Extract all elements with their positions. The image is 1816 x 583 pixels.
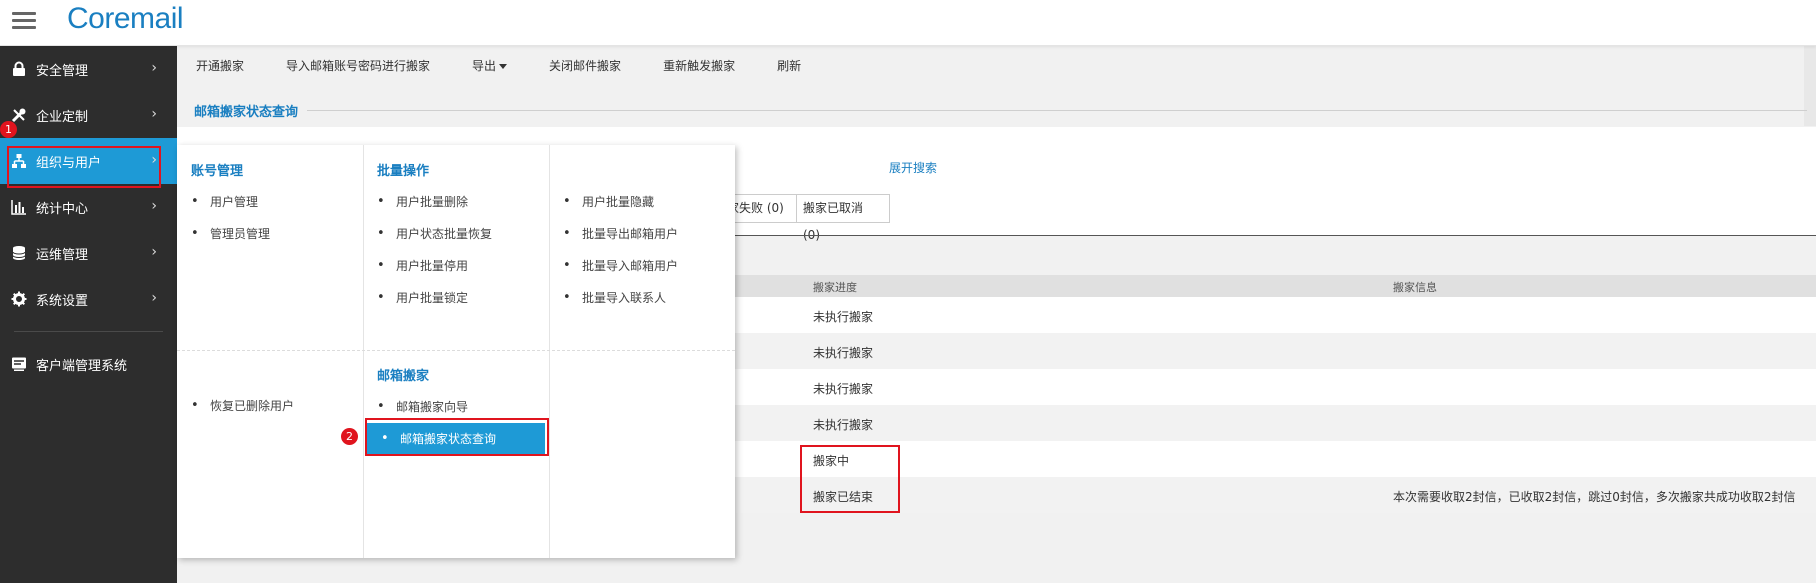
menu-item-admin-management[interactable]: 管理员管理 — [177, 218, 363, 250]
org-chart-icon — [10, 152, 28, 170]
progress-cell: 搬家已结束 — [813, 490, 874, 504]
refresh-button[interactable]: 刷新 — [777, 57, 801, 74]
sidebar-item-customization[interactable]: 企业定制 › — [0, 92, 177, 138]
menu-item-batch-delete[interactable]: 用户批量删除 — [363, 186, 549, 218]
info-cell: 本次需要收取2封信，已收取2封信，跳过0封信，多次搬家共成功收取2封信 — [1393, 490, 1796, 504]
column-header-progress: 搬家进度 — [813, 281, 857, 294]
logo: Coremail — [67, 2, 184, 35]
sidebar-item-label: 组织与用户 — [36, 155, 102, 171]
column-header-info: 搬家信息 — [1393, 281, 1437, 294]
sidebar-item-label: 客户端管理系统 — [36, 358, 128, 374]
chevron-right-icon: › — [151, 244, 157, 260]
title-divider — [307, 110, 1807, 111]
menu-item-move-wizard[interactable]: 邮箱搬家向导 — [363, 391, 549, 423]
sidebar-item-label: 安全管理 — [36, 63, 89, 79]
progress-cell: 搬家中 — [813, 454, 850, 468]
progress-cell: 未执行搬家 — [813, 382, 874, 396]
export-label: 导出 — [472, 58, 497, 73]
sidebar-item-org-users[interactable]: 组织与用户 › — [0, 138, 177, 184]
page-title: 邮箱搬家状态查询 — [194, 105, 299, 120]
sidebar-item-system-settings[interactable]: 系统设置 › — [0, 276, 177, 322]
chevron-right-icon: › — [151, 60, 157, 76]
progress-cell: 未执行搬家 — [813, 346, 874, 360]
close-move-button[interactable]: 关闭邮件搬家 — [549, 57, 621, 74]
chevron-right-icon: › — [151, 106, 157, 122]
sidebar-item-label: 系统设置 — [36, 293, 89, 309]
gear-icon — [10, 290, 28, 308]
menu-item-user-management[interactable]: 用户管理 — [177, 186, 363, 218]
sidebar-item-security[interactable]: 安全管理 › — [0, 46, 177, 92]
menu-item-batch-lock[interactable]: 用户批量锁定 — [363, 282, 549, 314]
import-move-button[interactable]: 导入邮箱账号密码进行搬家 — [286, 57, 430, 74]
sidebar-item-client-console[interactable]: 客户端管理系统 — [0, 341, 177, 387]
menu-column-batch-2: 用户批量隐藏 批量导出邮箱用户 批量导入邮箱用户 批量导入联系人 — [549, 145, 735, 314]
menu-item-restore-deleted-users[interactable]: 恢复已删除用户 — [177, 390, 363, 422]
menu-section-title: 批量操作 — [377, 164, 430, 179]
menu-item-move-status-query[interactable]: 邮箱搬家状态查询 — [367, 423, 545, 455]
menu-section-title: 邮箱搬家 — [377, 369, 430, 384]
sidebar-item-label: 运维管理 — [36, 247, 89, 263]
toolbar: 开通搬家 导入邮箱账号密码进行搬家 导出 关闭邮件搬家 重新触发搬家 刷新 — [177, 46, 1816, 84]
menu-item-batch-import-contacts[interactable]: 批量导入联系人 — [549, 282, 735, 314]
database-icon — [10, 244, 28, 262]
sidebar-item-operations[interactable]: 运维管理 › — [0, 230, 177, 276]
sidebar-divider — [14, 331, 163, 332]
menu-column-batch: 批量操作 用户批量删除 用户状态批量恢复 用户批量停用 用户批量锁定 — [363, 145, 549, 314]
progress-cell: 未执行搬家 — [813, 310, 874, 324]
hamburger-menu-icon[interactable] — [12, 12, 36, 32]
menu-item-batch-hide[interactable]: 用户批量隐藏 — [549, 186, 735, 218]
sidebar: 安全管理 › 企业定制 › 组织与用户 › 统计中心 › 运维管理 › 系统设置 — [0, 46, 177, 583]
menu-item-batch-export-users[interactable]: 批量导出邮箱用户 — [549, 218, 735, 250]
menu-section-title: 账号管理 — [191, 164, 244, 179]
export-dropdown[interactable]: 导出 — [472, 57, 508, 74]
menu-column-move: 邮箱搬家 邮箱搬家向导 邮箱搬家状态查询 — [363, 350, 549, 455]
progress-cell: 未执行搬家 — [813, 418, 874, 432]
menu-column-restore: 恢复已删除用户 — [177, 390, 363, 422]
menu-item-batch-restore-status[interactable]: 用户状态批量恢复 — [363, 218, 549, 250]
filter-tab-cancelled[interactable]: 搬家已取消 (0) — [796, 194, 890, 242]
expand-search-link[interactable]: 展开搜索 — [889, 159, 937, 176]
step-badge-2: 2 — [341, 428, 358, 445]
step-badge-1: 1 — [0, 121, 17, 138]
chevron-right-icon: › — [151, 198, 157, 214]
sidebar-item-label: 企业定制 — [36, 109, 89, 125]
bar-chart-icon — [10, 198, 28, 216]
retrigger-move-button[interactable]: 重新触发搬家 — [663, 57, 735, 74]
caret-down-icon — [499, 63, 508, 69]
org-users-mega-menu: 账号管理 用户管理 管理员管理 批量操作 用户批量删除 用户状态批量恢复 用户批… — [177, 145, 735, 558]
menu-column-account: 账号管理 用户管理 管理员管理 — [177, 145, 363, 250]
chevron-right-icon: › — [151, 152, 157, 168]
chevron-right-icon: › — [151, 290, 157, 306]
menu-item-batch-disable[interactable]: 用户批量停用 — [363, 250, 549, 282]
sidebar-item-label: 统计中心 — [36, 201, 89, 217]
client-console-icon — [10, 355, 28, 373]
scrollbar[interactable] — [1804, 46, 1816, 126]
sidebar-item-statistics[interactable]: 统计中心 › — [0, 184, 177, 230]
lock-icon — [10, 60, 28, 78]
top-bar: Coremail — [0, 0, 1816, 46]
open-move-button[interactable]: 开通搬家 — [196, 57, 244, 74]
menu-item-batch-import-users[interactable]: 批量导入邮箱用户 — [549, 250, 735, 282]
